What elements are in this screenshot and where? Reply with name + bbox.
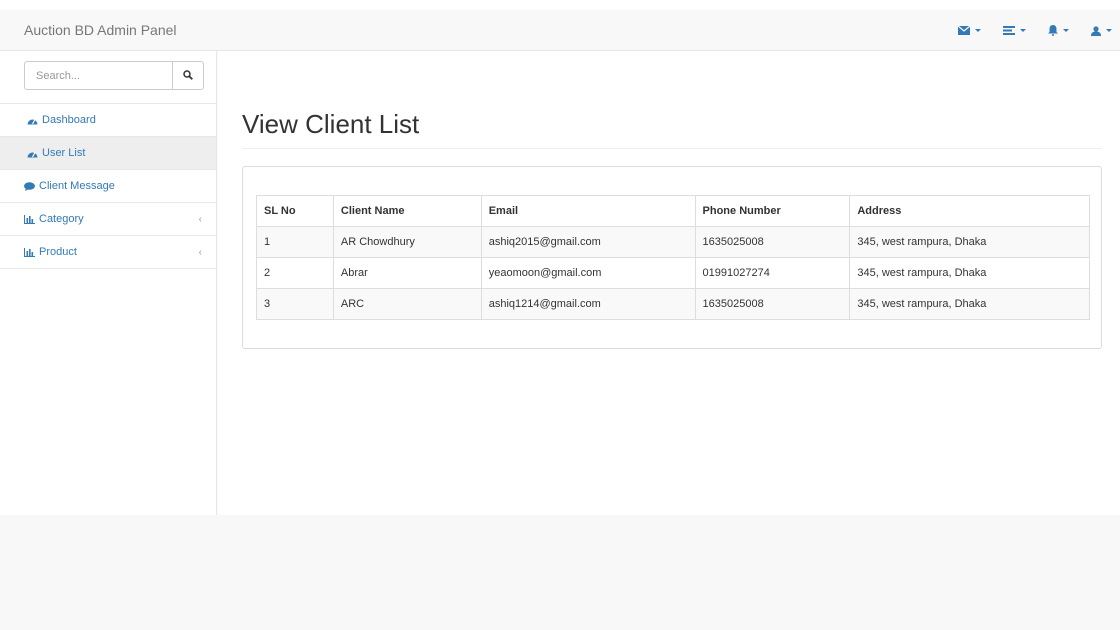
cell-phone: 1635025008 (694, 226, 851, 258)
main-content: View Client List SL No Client Name Email… (218, 51, 1120, 515)
cell-email: ashiq1214@gmail.com (480, 288, 696, 320)
tasks-icon (1003, 26, 1015, 35)
table-header-row: SL No Client Name Email Phone Number Add… (256, 195, 1090, 227)
column-header: Phone Number (694, 195, 851, 227)
column-header: SL No (256, 195, 334, 227)
column-header: Email (480, 195, 696, 227)
search-icon (183, 69, 193, 83)
cell-client-name: AR Chowdhury (332, 226, 482, 258)
sidebar-item-user-list[interactable]: User List (0, 137, 216, 170)
sidebar-item-label: Client Message (39, 180, 115, 192)
cell-phone: 01991027274 (694, 257, 851, 289)
cell-sl-no: 1 (256, 226, 334, 258)
cell-address: 345, west rampura, Dhaka (849, 257, 1090, 289)
user-dropdown[interactable] (1091, 25, 1112, 36)
chevron-left-icon: ‹ (198, 214, 202, 225)
client-list-panel: SL No Client Name Email Phone Number Add… (242, 166, 1102, 349)
tasks-dropdown[interactable] (1003, 26, 1026, 35)
bell-icon (1048, 25, 1058, 36)
cell-phone: 1635025008 (694, 288, 851, 320)
cell-sl-no: 2 (256, 257, 334, 289)
column-header: Address (849, 195, 1090, 227)
sidebar-item-label: Product (39, 246, 77, 258)
search-input[interactable] (24, 61, 172, 90)
sidebar-item-label: Category (39, 213, 84, 225)
sidebar: Dashboard User List Client Message Categ… (0, 51, 217, 515)
title-divider (242, 148, 1102, 149)
table-row: 2 Abrar yeaomoon@gmail.com 01991027274 3… (256, 257, 1090, 289)
client-table: SL No Client Name Email Phone Number Add… (256, 195, 1090, 320)
bar-chart-icon (24, 247, 35, 257)
cell-email: ashiq2015@gmail.com (480, 226, 696, 258)
chevron-down-icon (975, 29, 981, 32)
sidebar-item-client-message[interactable]: Client Message (0, 170, 216, 203)
bar-chart-icon (24, 214, 35, 224)
alerts-dropdown[interactable] (1048, 25, 1069, 36)
cell-client-name: Abrar (332, 257, 482, 289)
cell-email: yeaomoon@gmail.com (480, 257, 696, 289)
search-group (24, 61, 204, 90)
table-row: 3 ARC ashiq1214@gmail.com 1635025008 345… (256, 288, 1090, 320)
chevron-down-icon (1020, 29, 1026, 32)
sidebar-item-label: User List (42, 147, 86, 159)
comment-icon (24, 181, 35, 191)
envelope-icon (958, 26, 970, 35)
sidebar-item-product[interactable]: Product ‹ (0, 236, 216, 269)
brand-title[interactable]: Auction BD Admin Panel (24, 22, 177, 38)
page-title: View Client List (242, 109, 420, 139)
app-frame: Auction BD Admin Panel Search... Dashboa… (0, 10, 1120, 630)
sidebar-item-label: Dashboard (42, 114, 96, 126)
column-header: Client Name (332, 195, 482, 227)
top-navbar: Auction BD Admin Panel (0, 10, 1120, 51)
dashboard-icon (27, 116, 38, 125)
dashboard-icon (27, 149, 38, 158)
messages-dropdown[interactable] (958, 26, 981, 35)
cell-address: 345, west rampura, Dhaka (849, 226, 1090, 258)
sidebar-search (0, 51, 216, 104)
user-icon (1091, 25, 1101, 36)
cell-sl-no: 3 (256, 288, 334, 320)
sidebar-item-category[interactable]: Category ‹ (0, 203, 216, 236)
chevron-down-icon (1106, 29, 1112, 32)
sidebar-item-dashboard[interactable]: Dashboard (0, 104, 216, 137)
chevron-left-icon: ‹ (198, 247, 202, 258)
search-button[interactable] (172, 61, 204, 90)
navbar-right (936, 10, 1112, 51)
cell-client-name: ARC (332, 288, 482, 320)
chevron-down-icon (1063, 29, 1069, 32)
table-row: 1 AR Chowdhury ashiq2015@gmail.com 16350… (256, 226, 1090, 258)
cell-address: 345, west rampura, Dhaka (849, 288, 1090, 320)
